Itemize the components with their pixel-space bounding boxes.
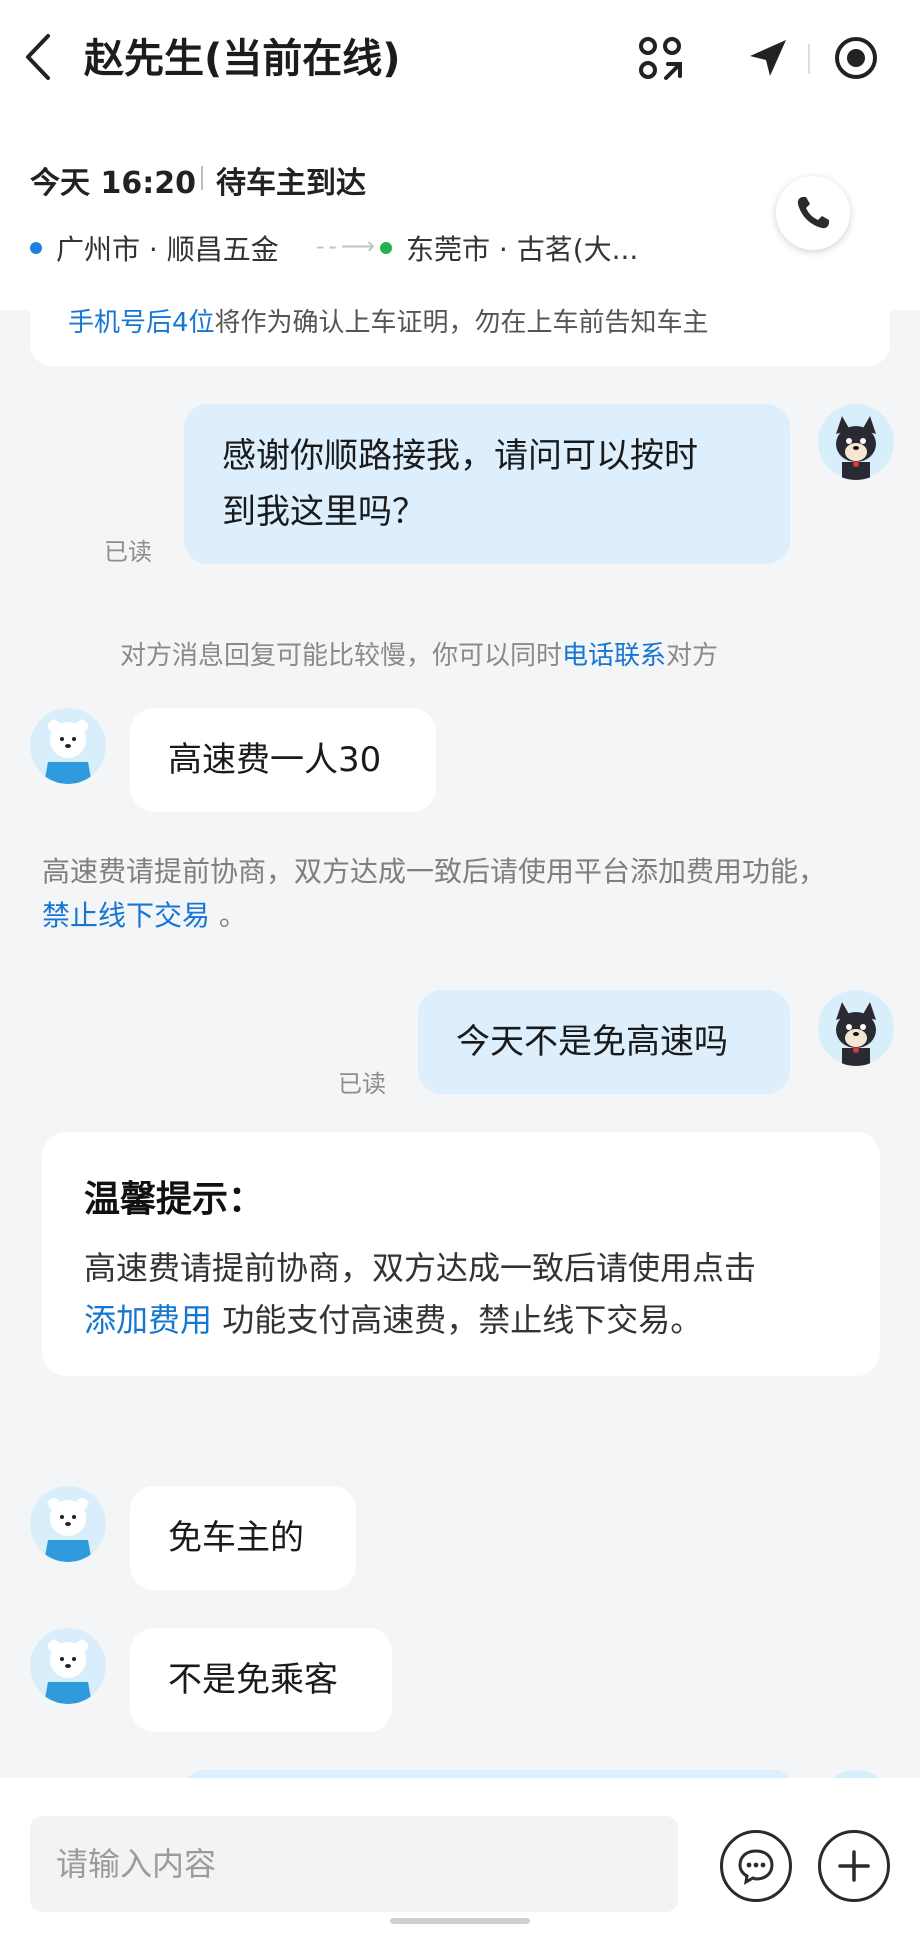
privacy-notice-text: 手机号后4位将作为确认上车证明，勿在上车前告知车主 [68,302,709,339]
my-message-bubble[interactable]: 感谢你顺路接我，请问可以按时 到我这里吗？ [184,404,790,564]
tip-body-start: 高速费请提前协商，双方达成一致后请使用点击 [84,1249,757,1287]
quick-reply-button[interactable] [720,1830,792,1902]
driver-avatar[interactable] [30,708,106,784]
trip-separator [201,166,203,190]
fee-warning-text: 高速费请提前协商，双方达成一致后请使用平台添加费用功能， [42,855,827,888]
notice-highlight: 手机号后4位 [68,308,215,338]
destination-dot-icon [380,242,392,254]
tip-card: 温馨提示： 高速费请提前协商，双方达成一致后请使用点击 添加费用 功能支付高速费… [42,1132,880,1376]
top-bar: 赵先生(当前在线) [0,0,920,120]
hint-prefix: 对方消息回复可能比较慢，你可以同时 [120,641,563,671]
input-bar [0,1778,920,1938]
route-origin: 广州市 · 顺昌五金 [56,233,279,266]
plus-icon [838,1850,870,1882]
tip-title: 温馨提示： [84,1179,265,1220]
my-message-bubble[interactable]: 今天不是免高速吗 [418,990,790,1094]
message-line: 感谢你顺路接我，请问可以按时 [222,436,698,476]
navigation-arrow-icon[interactable] [744,34,792,82]
fee-warning: 高速费请提前协商，双方达成一致后请使用平台添加费用功能， 禁止线下交易 。 [42,850,872,938]
phone-icon [797,197,829,229]
scan-code-icon[interactable] [636,34,684,82]
tip-body-end: 功能支付高速费，禁止线下交易。 [212,1301,703,1339]
add-fee-link[interactable]: 添加费用 [84,1301,212,1339]
notice-rest: 将作为确认上车证明，勿在上车前告知车主 [214,308,709,338]
phone-contact-link[interactable]: 电话联系 [562,641,666,671]
system-hint: 对方消息回复可能比较慢，你可以同时电话联系对方 [120,634,718,678]
record-target-icon[interactable] [832,34,880,82]
driver-message-bubble[interactable]: 不是免乘客 [130,1628,392,1732]
call-button[interactable] [776,176,850,250]
chat-bubble-icon [738,1849,774,1885]
home-indicator [390,1918,530,1924]
read-receipt: 已读 [338,1070,386,1098]
fee-warning-end: 。 [218,899,247,932]
route-arrow-icon: - - ⟶ [316,232,375,260]
driver-message-bubble[interactable]: 免车主的 [130,1486,356,1590]
offline-ban-link[interactable]: 禁止线下交易 [42,899,210,932]
message-input[interactable] [30,1816,678,1912]
driver-message-bubble[interactable]: 高速费一人30 [130,708,436,812]
driver-avatar[interactable] [30,1628,106,1704]
origin-dot-icon [30,242,42,254]
more-options-button[interactable] [818,1830,890,1902]
my-avatar[interactable] [818,404,894,480]
route-destination: 东莞市 · 古茗(大... [406,233,639,266]
privacy-notice-card: 手机号后4位将作为确认上车证明，勿在上车前告知车主 [30,280,890,366]
toolbar-divider [808,44,810,74]
chat-title: 赵先生(当前在线) [84,36,401,82]
hint-suffix: 对方 [666,641,719,671]
message-line: 到我这里吗？ [222,492,426,532]
back-chevron-icon[interactable] [18,28,58,86]
driver-avatar[interactable] [30,1486,106,1562]
trip-status: 待车主到达 [216,166,366,201]
tip-body: 高速费请提前协商，双方达成一致后请使用点击 添加费用 功能支付高速费，禁止线下交… [84,1242,844,1346]
trip-time: 今天 16:20 [30,166,196,201]
read-receipt: 已读 [104,538,152,566]
my-avatar[interactable] [818,990,894,1066]
